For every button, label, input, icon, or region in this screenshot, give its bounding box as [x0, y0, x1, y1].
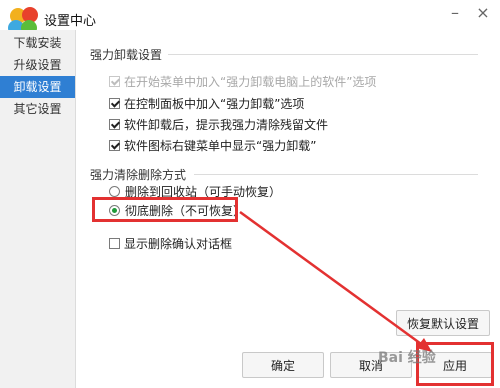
control-panel-option-label: 在控制面板中加入“强力卸载”选项 — [124, 97, 305, 111]
start-menu-option-label: 在开始菜单中加入“强力卸载电脑上的软件”选项 — [124, 75, 377, 89]
sidebar-item-upgrade-settings[interactable]: 升级设置 — [0, 54, 75, 76]
sidebar-item-uninstall-settings[interactable]: 卸载设置 — [0, 76, 75, 98]
checkbox[interactable] — [109, 76, 120, 87]
restore-defaults-button[interactable]: 恢复默认设置 — [396, 310, 490, 336]
residual-prompt-option[interactable]: 软件卸载后，提示我强力清除残留文件 — [109, 116, 328, 133]
section-divider — [168, 54, 478, 55]
highlight-box-permanent-delete — [92, 197, 238, 222]
window-title: 设置中心 — [44, 14, 97, 29]
checkbox[interactable] — [109, 238, 120, 249]
section-divider — [194, 174, 478, 175]
sidebar-item-other-settings[interactable]: 其它设置 — [0, 98, 75, 120]
checkbox[interactable] — [109, 98, 120, 109]
close-button[interactable]: × — [472, 4, 494, 24]
confirm-dialog-option-label: 显示删除确认对话框 — [124, 237, 233, 251]
checkbox[interactable] — [109, 119, 120, 130]
radio-button[interactable] — [109, 186, 120, 197]
residual-prompt-option-label: 软件卸载后，提示我强力清除残留文件 — [124, 118, 329, 132]
clean-section-title: 强力清除删除方式 — [90, 168, 187, 182]
ok-button[interactable]: 确定 — [242, 352, 324, 378]
sidebar: 下载安装 升级设置 卸载设置 其它设置 — [0, 30, 76, 388]
checkbox[interactable] — [109, 140, 120, 151]
start-menu-option[interactable]: 在开始菜单中加入“强力卸载电脑上的软件”选项 — [109, 73, 376, 90]
watermark: Bai 经验 — [378, 350, 436, 366]
minimize-button[interactable]: – — [444, 4, 466, 24]
context-menu-option[interactable]: 软件图标右键菜单中显示“强力卸载” — [109, 137, 316, 154]
uninstall-section-title: 强力卸载设置 — [90, 48, 163, 62]
sidebar-item-download-install[interactable]: 下载安装 — [0, 32, 75, 54]
confirm-dialog-option[interactable]: 显示删除确认对话框 — [109, 235, 232, 252]
control-panel-option[interactable]: 在控制面板中加入“强力卸载”选项 — [109, 95, 304, 112]
context-menu-option-label: 软件图标右键菜单中显示“强力卸载” — [124, 139, 317, 153]
